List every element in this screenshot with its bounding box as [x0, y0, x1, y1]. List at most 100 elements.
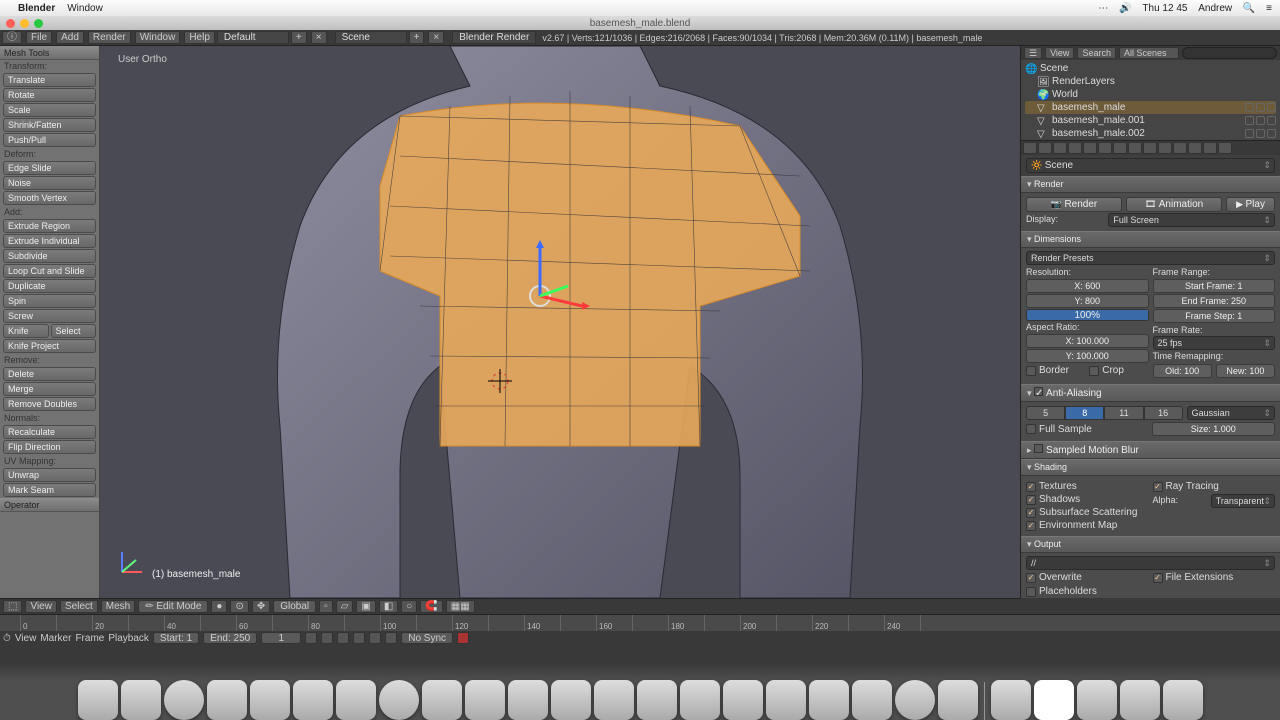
- spin-button[interactable]: Spin: [3, 294, 96, 308]
- wifi-icon[interactable]: ⋯: [1098, 3, 1108, 14]
- overwrite-check[interactable]: ✓Overwrite: [1026, 571, 1149, 584]
- play-rev-icon[interactable]: [337, 632, 349, 644]
- scale-button[interactable]: Scale: [3, 103, 96, 117]
- end-frame-field[interactable]: End Frame: 250: [1153, 294, 1276, 308]
- dock-folder3-icon[interactable]: [1077, 680, 1117, 720]
- shadows-check[interactable]: ✓Shadows: [1026, 493, 1149, 506]
- jump-end-icon[interactable]: [385, 632, 397, 644]
- menu-icon[interactable]: ≡: [1266, 3, 1272, 14]
- dock-app-icon[interactable]: [121, 680, 161, 720]
- outliner-filter[interactable]: All Scenes: [1119, 47, 1179, 59]
- panel-motion-blur[interactable]: Sampled Motion Blur: [1021, 441, 1280, 459]
- outliner-scene[interactable]: 🌐Scene: [1025, 62, 1276, 75]
- shrink-fatten-button[interactable]: Shrink/Fatten: [3, 118, 96, 132]
- dock-app7-icon[interactable]: [723, 680, 763, 720]
- layout-del-icon[interactable]: ×: [311, 31, 327, 44]
- unwrap-button[interactable]: Unwrap: [3, 468, 96, 482]
- flip-direction-button[interactable]: Flip Direction: [3, 440, 96, 454]
- dock-app9-icon[interactable]: [938, 680, 978, 720]
- clock[interactable]: Thu 12 45: [1142, 3, 1187, 14]
- panel-operator[interactable]: Operator: [0, 498, 99, 512]
- manipulator-icon[interactable]: ✥: [252, 600, 270, 613]
- edge-slide-button[interactable]: Edge Slide: [3, 161, 96, 175]
- outliner-world[interactable]: 🌍World: [1025, 88, 1276, 101]
- timeline-view-menu[interactable]: View: [15, 633, 37, 644]
- edge-select-icon[interactable]: ▱: [336, 600, 354, 613]
- dock-trash-icon[interactable]: [1163, 680, 1203, 720]
- raytracing-check[interactable]: ✓Ray Tracing: [1153, 480, 1276, 493]
- menu-file[interactable]: File: [26, 31, 52, 44]
- orientation-select[interactable]: Global: [273, 600, 316, 613]
- 3dview-editor-icon[interactable]: ⬚: [3, 600, 22, 613]
- dock-app8-icon[interactable]: [852, 680, 892, 720]
- mac-app-name[interactable]: Blender: [18, 3, 55, 14]
- outliner-view-menu[interactable]: View: [1045, 47, 1074, 59]
- alpha-select[interactable]: Transparent: [1211, 494, 1275, 508]
- knife-select-button[interactable]: Select: [51, 324, 97, 338]
- 3dview-select-menu[interactable]: Select: [60, 600, 98, 613]
- remap-old-field[interactable]: Old: 100: [1153, 364, 1212, 378]
- aspect-y-field[interactable]: Y: 100.000: [1026, 349, 1149, 363]
- zoom-icon[interactable]: [34, 19, 43, 28]
- properties-tabs[interactable]: [1021, 141, 1280, 155]
- panel-dimensions[interactable]: Dimensions: [1021, 231, 1280, 248]
- vertex-select-icon[interactable]: ▫: [319, 600, 333, 613]
- play-button[interactable]: ▶ Play: [1226, 197, 1275, 212]
- start-frame-field[interactable]: Start: 1: [153, 632, 199, 644]
- knife-button[interactable]: Knife: [3, 324, 49, 338]
- aa-11[interactable]: 11: [1104, 406, 1143, 420]
- extrude-region-button[interactable]: Extrude Region: [3, 219, 96, 233]
- res-pct-slider[interactable]: 100%: [1026, 309, 1149, 321]
- placeholders-check[interactable]: Placeholders: [1026, 585, 1275, 598]
- screw-button[interactable]: Screw: [3, 309, 96, 323]
- fileext-check[interactable]: ✓File Extensions: [1153, 571, 1276, 584]
- remap-new-field[interactable]: New: 100: [1216, 364, 1275, 378]
- layers-icon[interactable]: ▦▦: [446, 600, 475, 613]
- aa-filter-select[interactable]: Gaussian: [1187, 406, 1275, 420]
- display-mode-select[interactable]: Full Screen: [1108, 213, 1275, 227]
- translate-button[interactable]: Translate: [3, 73, 96, 87]
- dock-app3-icon[interactable]: [336, 680, 376, 720]
- dock-notes-icon[interactable]: [422, 680, 462, 720]
- next-key-icon[interactable]: [369, 632, 381, 644]
- menu-render[interactable]: Render: [88, 31, 131, 44]
- tab-render-icon[interactable]: [1023, 142, 1037, 154]
- 3dview-mesh-menu[interactable]: Mesh: [101, 600, 135, 613]
- output-path-field[interactable]: //: [1026, 556, 1275, 570]
- dock-app4-icon[interactable]: [465, 680, 505, 720]
- pivot-icon[interactable]: ⊙: [230, 600, 248, 613]
- start-frame-field[interactable]: Start Frame: 1: [1153, 279, 1276, 293]
- recalculate-button[interactable]: Recalculate: [3, 425, 96, 439]
- limit-selection-icon[interactable]: ◧: [379, 600, 398, 613]
- prev-key-icon[interactable]: [321, 632, 333, 644]
- autokey-icon[interactable]: [457, 632, 469, 644]
- timeline-frame-menu[interactable]: Frame: [75, 633, 104, 644]
- aa-8[interactable]: 8: [1065, 406, 1104, 420]
- volume-icon[interactable]: 🔊: [1119, 3, 1131, 14]
- current-frame-field[interactable]: 1: [261, 632, 301, 644]
- timeline-marker-menu[interactable]: Marker: [40, 633, 71, 644]
- 3d-viewport[interactable]: User Ortho (1) basemesh_male: [100, 46, 1020, 598]
- context-breadcrumb[interactable]: 🔆 Scene: [1026, 158, 1275, 173]
- textures-check[interactable]: ✓Textures: [1026, 480, 1149, 493]
- dock-safari-icon[interactable]: [379, 680, 419, 720]
- menu-window[interactable]: Window: [135, 31, 181, 44]
- outliner-editor-icon[interactable]: ☰: [1024, 47, 1042, 59]
- close-icon[interactable]: [6, 19, 15, 28]
- res-x-field[interactable]: X: 600: [1026, 279, 1149, 293]
- end-frame-field[interactable]: End: 250: [203, 632, 257, 644]
- aa-size-field[interactable]: Size: 1.000: [1152, 422, 1276, 436]
- full-sample-check[interactable]: Full Sample: [1026, 421, 1148, 437]
- envmap-check[interactable]: ✓Environment Map: [1026, 519, 1149, 532]
- menu-add[interactable]: Add: [56, 31, 84, 44]
- editor-type-icon[interactable]: ⓘ: [2, 31, 22, 44]
- smooth-vertex-button[interactable]: Smooth Vertex: [3, 191, 96, 205]
- screen-layout-field[interactable]: Default: [217, 31, 289, 44]
- border-check[interactable]: Border: [1026, 364, 1085, 377]
- dock-chrome-icon[interactable]: [680, 680, 720, 720]
- outliner-obj-1[interactable]: ▽basemesh_male: [1025, 101, 1276, 114]
- outliner-renderlayers[interactable]: 🖼RenderLayers: [1025, 75, 1276, 88]
- remove-doubles-button[interactable]: Remove Doubles: [3, 397, 96, 411]
- extrude-individual-button[interactable]: Extrude Individual: [3, 234, 96, 248]
- dock-photoshop-icon[interactable]: [766, 680, 806, 720]
